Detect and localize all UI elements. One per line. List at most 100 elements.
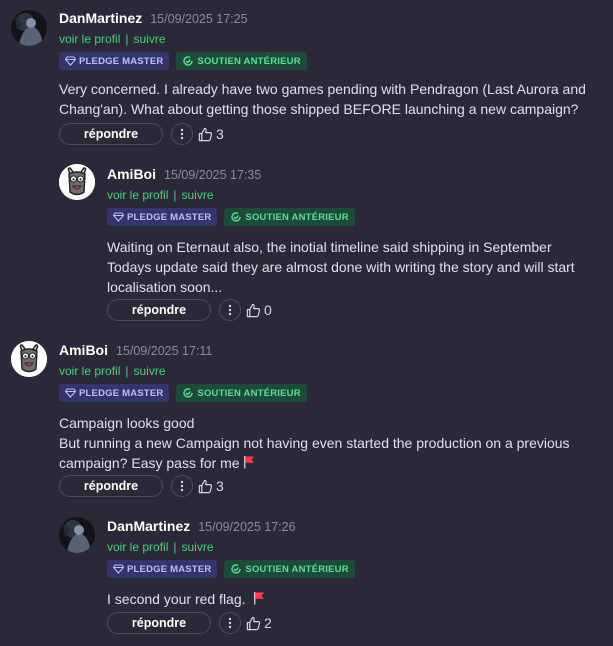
comment-line: Waiting on Eternaut also, the inotial ti… (107, 239, 552, 255)
thumbs-up-icon (198, 479, 213, 493)
pledge-master-badge: PLEDGE MASTER (59, 52, 170, 70)
like-button[interactable]: 3 (198, 126, 224, 142)
badge-row: PLEDGE MASTER SOUTIEN ANTÉRIEUR (59, 52, 605, 70)
soutien-anterieur-badge: SOUTIEN ANTÉRIEUR (224, 208, 355, 226)
pledge-master-badge: PLEDGE MASTER (107, 560, 218, 578)
dark-figure-avatar-icon (59, 517, 95, 553)
like-count: 2 (264, 615, 272, 631)
more-options-button[interactable] (219, 612, 241, 634)
soutien-anterieur-badge: SOUTIEN ANTÉRIEUR (176, 384, 307, 402)
comment-line: Campaign looks good (59, 415, 195, 431)
comment-line: But running a new Campaign not having ev… (59, 433, 605, 473)
reply-button[interactable]: répondre (107, 612, 211, 634)
comment-date: 15/09/2025 17:26 (198, 520, 296, 534)
like-button[interactable]: 3 (198, 478, 224, 494)
reply-button[interactable]: répondre (107, 299, 211, 321)
comment-actions: répondre 3 (59, 475, 224, 497)
red-flag-icon (243, 456, 254, 469)
dark-figure-avatar-icon (11, 10, 47, 46)
thumbs-up-icon (246, 303, 261, 317)
like-button[interactable]: 0 (246, 302, 272, 318)
comment-line: Todays update said they are almost done … (107, 259, 575, 295)
pledge-master-badge: PLEDGE MASTER (59, 384, 170, 402)
thumbs-up-icon (198, 127, 213, 141)
badge-row: PLEDGE MASTER SOUTIEN ANTÉRIEUR (107, 560, 605, 578)
diamond-icon (113, 564, 124, 574)
view-profile-link[interactable]: voir le profil (107, 188, 168, 202)
badge-label: PLEDGE MASTER (127, 211, 212, 223)
follow-link[interactable]: suivre (133, 364, 165, 378)
badge-label: SOUTIEN ANTÉRIEUR (245, 211, 349, 223)
badge-label: PLEDGE MASTER (79, 387, 164, 399)
vertical-dots-icon (180, 480, 184, 492)
diamond-icon (65, 388, 76, 398)
soutien-anterieur-badge: SOUTIEN ANTÉRIEUR (224, 560, 355, 578)
vertical-dots-icon (180, 128, 184, 140)
badge-label: PLEDGE MASTER (79, 55, 164, 67)
cartoon-face-avatar-icon (59, 164, 95, 200)
like-count: 0 (264, 302, 272, 318)
author-name[interactable]: AmiBoi (107, 166, 156, 182)
avatar[interactable] (59, 517, 95, 553)
link-separator: | (173, 540, 177, 554)
like-count: 3 (216, 478, 224, 494)
author-name[interactable]: DanMartinez (59, 10, 142, 26)
vertical-dots-icon (228, 304, 232, 316)
comment-line-text: I second your red flag. (107, 591, 246, 607)
refresh-check-icon (183, 388, 194, 398)
comment-text: Campaign looks good But running a new Ca… (59, 413, 605, 473)
comment-text: I second your red flag. (107, 589, 605, 609)
profile-links: voir le profil | suivre (59, 363, 605, 379)
more-options-button[interactable] (171, 475, 193, 497)
link-separator: | (173, 188, 177, 202)
view-profile-link[interactable]: voir le profil (59, 364, 120, 378)
refresh-check-icon (183, 56, 194, 66)
avatar[interactable] (59, 164, 95, 200)
comment-date: 15/09/2025 17:25 (150, 12, 248, 26)
profile-links: voir le profil | suivre (107, 539, 605, 555)
comment-header: DanMartinez 15/09/2025 17:25 (59, 10, 605, 30)
refresh-check-icon (231, 564, 242, 574)
profile-links: voir le profil | suivre (107, 187, 605, 203)
badge-row: PLEDGE MASTER SOUTIEN ANTÉRIEUR (59, 384, 605, 402)
comment-header: AmiBoi 15/09/2025 17:11 (59, 342, 605, 362)
diamond-icon (65, 56, 76, 66)
avatar[interactable] (11, 341, 47, 377)
comment-text: Very concerned. I already have two games… (59, 79, 605, 119)
badge-label: SOUTIEN ANTÉRIEUR (197, 55, 301, 67)
vertical-dots-icon (228, 617, 232, 629)
more-options-button[interactable] (219, 299, 241, 321)
follow-link[interactable]: suivre (181, 188, 213, 202)
comment-line: Very concerned. I already have two games… (59, 81, 586, 117)
avatar[interactable] (11, 10, 47, 46)
author-name[interactable]: AmiBoi (59, 342, 108, 358)
comment-text: Waiting on Eternaut also, the inotial ti… (107, 237, 605, 297)
view-profile-link[interactable]: voir le profil (59, 32, 120, 46)
comment-line: I second your red flag. (107, 589, 605, 609)
link-separator: | (125, 32, 129, 46)
badge-row: PLEDGE MASTER SOUTIEN ANTÉRIEUR (107, 208, 605, 226)
like-count: 3 (216, 126, 224, 142)
comment-actions: répondre 3 (59, 123, 224, 145)
reply-button[interactable]: répondre (59, 475, 163, 497)
comment-date: 15/09/2025 17:35 (164, 168, 262, 182)
soutien-anterieur-badge: SOUTIEN ANTÉRIEUR (176, 52, 307, 70)
reply-button[interactable]: répondre (59, 123, 163, 145)
refresh-check-icon (231, 212, 242, 222)
follow-link[interactable]: suivre (181, 540, 213, 554)
cartoon-face-avatar-icon (11, 341, 47, 377)
more-options-button[interactable] (171, 123, 193, 145)
pledge-master-badge: PLEDGE MASTER (107, 208, 218, 226)
link-separator: | (125, 364, 129, 378)
view-profile-link[interactable]: voir le profil (107, 540, 168, 554)
thumbs-up-icon (246, 616, 261, 630)
badge-label: PLEDGE MASTER (127, 563, 212, 575)
follow-link[interactable]: suivre (133, 32, 165, 46)
like-button[interactable]: 2 (246, 615, 272, 631)
comment-line-text: But running a new Campaign not having ev… (59, 435, 570, 471)
comment-header: DanMartinez 15/09/2025 17:26 (107, 518, 605, 538)
diamond-icon (113, 212, 124, 222)
author-name[interactable]: DanMartinez (107, 518, 190, 534)
comment-actions: répondre 2 (107, 612, 272, 634)
badge-label: SOUTIEN ANTÉRIEUR (245, 563, 349, 575)
